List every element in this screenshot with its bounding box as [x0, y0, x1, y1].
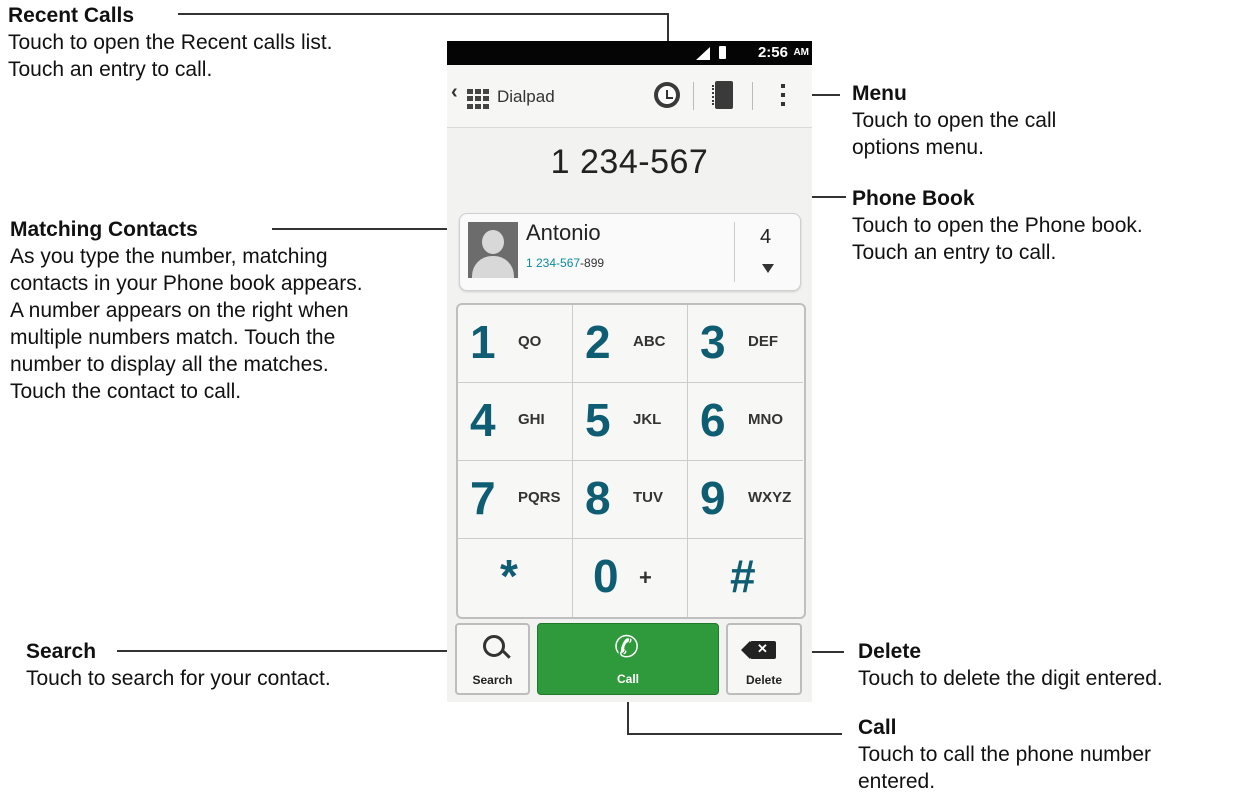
delete-button[interactable]: Delete: [726, 623, 802, 695]
key-digit: 3: [700, 316, 726, 368]
key-letters: PQRS: [518, 489, 561, 506]
callout-description: Touch to open the Phone book. Touch an e…: [852, 214, 1143, 264]
menu-icon[interactable]: [781, 84, 785, 111]
callout-description: Touch to open the Recent calls list. Tou…: [8, 31, 333, 81]
status-bar: 2:56 AM: [447, 41, 812, 65]
key-digit: 9: [700, 472, 726, 524]
callout-matching-contacts: Matching Contacts As you type the number…: [10, 216, 363, 405]
key-digit: #: [730, 550, 756, 602]
key-letters: JKL: [633, 411, 662, 428]
key-letters: ABC: [633, 333, 666, 350]
search-label: Search: [472, 673, 513, 687]
contact-number: 1 234-567-899: [526, 256, 604, 270]
callout-delete: Delete Touch to delete the digit entered…: [858, 638, 1163, 692]
match-count[interactable]: 4: [760, 226, 771, 249]
key-digit: 1: [470, 316, 496, 368]
call-label: Call: [616, 672, 639, 686]
callout-title: Matching Contacts: [10, 218, 198, 241]
search-button[interactable]: Search: [455, 623, 530, 695]
key-digit: 6: [700, 394, 726, 446]
battery-icon: [719, 46, 726, 59]
key-digit: 7: [470, 472, 496, 524]
key-letters: MNO: [748, 411, 783, 428]
signal-icon: [696, 47, 710, 60]
number-display: 1 234-567: [550, 143, 709, 181]
key-7[interactable]: 7 PQRS: [458, 461, 573, 539]
status-time: 2:56: [757, 44, 788, 61]
recent-calls-icon[interactable]: [654, 82, 680, 108]
key-2[interactable]: 2 ABC: [573, 305, 688, 383]
page-title: Dialpad: [497, 87, 555, 106]
contact-avatar: [468, 222, 518, 278]
phone-screen: 2:56 AM ‹ Dialpad 1 234-567 Antonio 1 23…: [447, 41, 812, 702]
key-3[interactable]: 3 DEF: [688, 305, 803, 383]
divider: [752, 82, 753, 110]
key-5[interactable]: 5 JKL: [573, 383, 688, 461]
phone-book-icon[interactable]: [712, 81, 733, 109]
key-letters: GHI: [518, 411, 545, 428]
key-letters: WXYZ: [748, 489, 792, 506]
callout-title: Delete: [858, 640, 922, 663]
callout-title: Menu: [852, 82, 907, 105]
callout-title: Phone Book: [852, 187, 975, 210]
status-ampm: AM: [793, 47, 809, 58]
callout-title: Call: [858, 716, 897, 739]
action-bar: ‹ Dialpad: [447, 65, 812, 128]
search-icon: [483, 635, 505, 657]
backspace-icon: [741, 641, 776, 659]
callout-description: Touch to open the call options menu.: [852, 109, 1057, 159]
key-digit: *: [500, 550, 518, 602]
key-9[interactable]: 9 WXYZ: [688, 461, 803, 539]
contact-name: Antonio: [526, 220, 601, 245]
callout-call: Call Touch to call the phone number ente…: [858, 714, 1151, 795]
matching-contact[interactable]: Antonio 1 234-567-899 4: [459, 213, 801, 291]
callout-search: Search Touch to search for your contact.: [26, 638, 331, 692]
back-icon[interactable]: ‹: [451, 81, 458, 104]
callout-description: Touch to call the phone number entered.: [858, 743, 1152, 793]
keypad: 1 QO 2 ABC 3 DEF 4 GHI 5 JKL 6 MNO 7 PQRS 8 TUV …: [456, 303, 806, 619]
key-digit: 8: [585, 472, 611, 524]
contact-number-rest: -899: [580, 256, 605, 270]
key-star[interactable]: *: [458, 539, 573, 617]
callout-description: Touch to delete the digit entered.: [858, 667, 1163, 690]
contact-number-match: 1 234-567: [526, 256, 581, 270]
key-1[interactable]: 1 QO: [458, 305, 573, 383]
key-0[interactable]: 0 +: [573, 539, 688, 617]
key-letters: DEF: [748, 333, 778, 350]
key-6[interactable]: 6 MNO: [688, 383, 803, 461]
key-digit: 2: [585, 316, 611, 368]
callout-description: As you type the number, matching contact…: [10, 245, 363, 403]
delete-label: Delete: [745, 673, 783, 687]
callout-title: Recent Calls: [8, 4, 135, 27]
callout-description: Touch to search for your contact.: [26, 667, 331, 690]
key-4[interactable]: 4 GHI: [458, 383, 573, 461]
divider: [734, 222, 735, 282]
more-matches-icon[interactable]: [762, 264, 774, 273]
key-8[interactable]: 8 TUV: [573, 461, 688, 539]
callout-recent-calls: Recent Calls Touch to open the Recent ca…: [8, 2, 333, 83]
callout-title: Search: [26, 640, 97, 663]
key-letters: +: [639, 565, 652, 590]
key-digit: 5: [585, 394, 611, 446]
callout-menu: Menu Touch to open the call options menu…: [852, 80, 1056, 161]
key-digit: 0: [593, 550, 619, 602]
grid-icon[interactable]: [467, 89, 489, 109]
phone-icon: ✆: [614, 631, 640, 664]
voicemail-icon: QO: [518, 333, 542, 350]
key-letters: TUV: [633, 489, 663, 506]
leader-call: [627, 700, 842, 735]
divider: [693, 82, 694, 110]
key-hash[interactable]: #: [688, 539, 803, 617]
key-digit: 4: [470, 394, 496, 446]
call-button[interactable]: ✆ Call: [537, 623, 719, 695]
callout-phone-book: Phone Book Touch to open the Phone book.…: [852, 185, 1143, 266]
